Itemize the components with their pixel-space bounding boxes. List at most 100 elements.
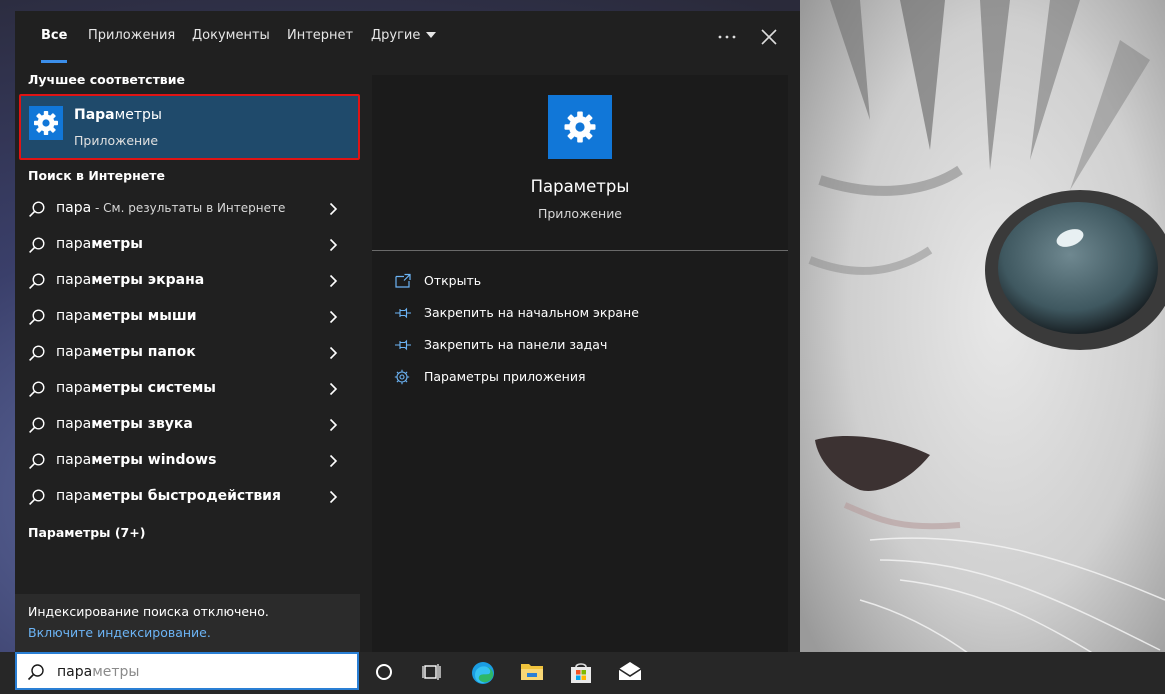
close-icon bbox=[761, 29, 777, 45]
gear-icon bbox=[394, 369, 410, 385]
chevron-right-icon bbox=[329, 274, 338, 288]
suggestion-label: параметры быстродействия bbox=[56, 488, 281, 504]
open-window-icon bbox=[395, 273, 411, 288]
suggestion-completion: метры windows bbox=[91, 452, 217, 468]
suggestion-query: пара bbox=[56, 416, 92, 432]
web-search-suggestion[interactable]: пара - См. результаты в Интернете bbox=[15, 191, 360, 227]
suggestion-label: параметры windows bbox=[56, 452, 216, 468]
taskbar-search-input[interactable]: параметры bbox=[15, 652, 359, 690]
search-typed-text: пара bbox=[57, 664, 93, 680]
tab-more[interactable]: Другие bbox=[371, 11, 437, 63]
web-search-suggestion[interactable]: параметры звука bbox=[15, 407, 360, 443]
ellipsis-icon bbox=[718, 35, 736, 39]
task-view-button[interactable] bbox=[409, 652, 455, 692]
result-preview-pane: Параметры Приложение Открыть Закрепить н… bbox=[372, 75, 788, 652]
web-search-suggestion[interactable]: параметры экрана bbox=[15, 263, 360, 299]
chevron-right-icon bbox=[329, 238, 338, 252]
suggestion-completion: метры быстродействия bbox=[91, 488, 281, 504]
pin-icon bbox=[395, 307, 411, 319]
more-options-button[interactable] bbox=[713, 23, 741, 51]
suggestion-label: параметры папок bbox=[56, 344, 196, 360]
settings-section-header[interactable]: Параметры (7+) bbox=[28, 525, 145, 540]
chevron-right-icon bbox=[329, 454, 338, 468]
search-icon bbox=[29, 201, 45, 217]
preview-divider bbox=[372, 250, 788, 251]
tab-apps[interactable]: Приложения bbox=[88, 11, 175, 63]
search-icon bbox=[29, 453, 45, 469]
file-explorer-button[interactable] bbox=[508, 652, 554, 692]
pin-icon bbox=[395, 339, 411, 351]
gear-icon bbox=[564, 111, 596, 143]
suggestion-query: пара bbox=[56, 308, 92, 324]
caret-down-icon bbox=[426, 31, 437, 38]
chevron-right-icon bbox=[329, 346, 338, 360]
search-icon bbox=[27, 664, 44, 681]
windows-search-panel: Все Приложения Документы Интернет Другие… bbox=[15, 11, 800, 652]
search-icon bbox=[29, 237, 45, 253]
mail-button[interactable] bbox=[606, 652, 652, 692]
search-filter-tabs: Все Приложения Документы Интернет Другие bbox=[15, 11, 800, 63]
best-match-subtitle: Приложение bbox=[74, 133, 159, 148]
web-search-suggestion[interactable]: параметры windows bbox=[15, 443, 360, 479]
mail-icon bbox=[618, 662, 642, 680]
best-match-header: Лучшее соответствие bbox=[28, 72, 185, 87]
tab-all[interactable]: Все bbox=[41, 11, 68, 63]
suggestion-completion: метры системы bbox=[91, 380, 216, 396]
search-icon bbox=[29, 309, 45, 325]
suggestion-label: параметры мыши bbox=[56, 308, 197, 324]
indexing-notice: Индексирование поиска отключено. Включит… bbox=[15, 594, 360, 652]
tab-documents[interactable]: Документы bbox=[192, 11, 270, 63]
suggestion-completion: метры папок bbox=[91, 344, 196, 360]
suggestion-query: пара bbox=[56, 200, 92, 216]
suggestion-query: пара bbox=[56, 344, 92, 360]
preview-title: Параметры bbox=[530, 177, 630, 196]
edge-icon bbox=[472, 662, 494, 684]
web-search-suggestion[interactable]: параметры bbox=[15, 227, 360, 263]
action-app-settings-label: Параметры приложения bbox=[424, 369, 586, 384]
chevron-right-icon bbox=[329, 382, 338, 396]
suggestion-query: пара bbox=[56, 380, 92, 396]
web-search-suggestion[interactable]: параметры системы bbox=[15, 371, 360, 407]
preview-subtitle: Приложение bbox=[537, 206, 623, 221]
suggestion-hint: - См. результаты в Интернете bbox=[91, 201, 286, 215]
action-pin-taskbar-label: Закрепить на панели задач bbox=[424, 337, 608, 352]
microsoft-store-button[interactable] bbox=[557, 652, 603, 692]
indexing-disabled-text: Индексирование поиска отключено. bbox=[28, 604, 269, 619]
enable-indexing-link[interactable]: Включите индексирование. bbox=[28, 625, 211, 640]
task-view-icon bbox=[422, 664, 441, 680]
edge-browser-button[interactable] bbox=[459, 652, 505, 692]
store-icon bbox=[571, 663, 591, 683]
chevron-right-icon bbox=[329, 490, 338, 504]
suggestion-query: пара bbox=[56, 488, 92, 504]
suggestion-query: пара bbox=[56, 452, 92, 468]
web-search-suggestion[interactable]: параметры мыши bbox=[15, 299, 360, 335]
tab-more-label: Другие bbox=[371, 28, 421, 43]
suggestion-query: пара bbox=[56, 272, 92, 288]
search-autocomplete-text: метры bbox=[92, 664, 140, 680]
search-icon bbox=[29, 417, 45, 433]
web-search-suggestion[interactable]: параметры папок bbox=[15, 335, 360, 371]
cortana-button[interactable] bbox=[361, 652, 407, 692]
settings-app-icon bbox=[29, 106, 63, 140]
file-explorer-icon bbox=[521, 664, 543, 680]
cortana-circle-icon bbox=[376, 664, 392, 680]
chevron-right-icon bbox=[329, 202, 338, 216]
suggestion-completion: метры bbox=[91, 236, 143, 252]
close-button[interactable] bbox=[755, 23, 783, 51]
chevron-right-icon bbox=[329, 310, 338, 324]
web-search-header: Поиск в Интернете bbox=[28, 168, 165, 183]
suggestion-completion: метры мыши bbox=[91, 308, 197, 324]
gear-icon bbox=[34, 111, 58, 135]
suggestion-query: пара bbox=[56, 236, 92, 252]
action-open-label: Открыть bbox=[424, 273, 482, 288]
best-match-title-bold: Пара bbox=[74, 107, 115, 123]
chevron-right-icon bbox=[329, 418, 338, 432]
suggestion-label: параметры bbox=[56, 236, 143, 252]
taskbar: параметры bbox=[0, 652, 1165, 694]
web-search-suggestion[interactable]: параметры быстродействия bbox=[15, 479, 360, 515]
tab-web[interactable]: Интернет bbox=[287, 11, 353, 63]
search-icon bbox=[29, 273, 45, 289]
search-icon bbox=[29, 489, 45, 505]
search-icon bbox=[29, 345, 45, 361]
best-match-settings-app[interactable]: Параметры Приложение bbox=[19, 94, 360, 160]
